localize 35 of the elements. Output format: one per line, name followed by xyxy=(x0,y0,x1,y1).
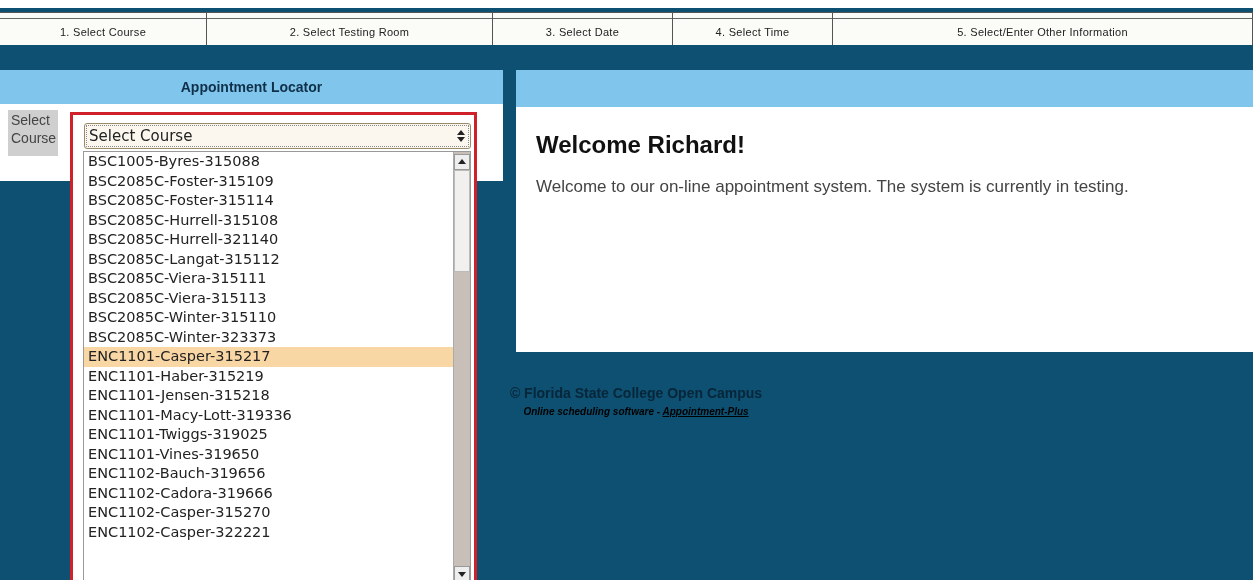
step-tab[interactable]: 1. Select Course xyxy=(0,19,206,45)
step-tab[interactable]: 4. Select Time xyxy=(673,19,832,45)
panel-header: Appointment Locator xyxy=(0,70,503,104)
course-option[interactable]: BSC2085C-Hurrell-315108 xyxy=(84,210,453,230)
step-tab[interactable]: 3. Select Date xyxy=(493,19,672,45)
course-option[interactable]: BSC2085C-Hurrell-321140 xyxy=(84,230,453,250)
course-select[interactable]: Select Course xyxy=(84,123,471,149)
step-tab[interactable]: 2. Select Testing Room xyxy=(207,19,492,45)
course-option[interactable]: ENC1102-Casper-322221 xyxy=(84,522,453,542)
step-tab[interactable]: 5. Select/Enter Other Information xyxy=(833,19,1252,45)
course-option[interactable]: BSC1005-Byres-315088 xyxy=(84,152,453,172)
course-option[interactable]: ENC1102-Casper-315270 xyxy=(84,503,453,523)
course-option[interactable]: BSC2085C-Foster-315109 xyxy=(84,171,453,191)
spinner-icon xyxy=(456,128,466,144)
scroll-down-icon[interactable] xyxy=(454,566,470,580)
field-label: Select Course xyxy=(8,110,58,156)
scroll-up-icon[interactable] xyxy=(454,154,470,170)
course-option[interactable]: BSC2085C-Langat-315112 xyxy=(84,249,453,269)
course-option[interactable]: ENC1101-Casper-315217 xyxy=(84,347,453,367)
welcome-heading: Welcome Richard! xyxy=(536,131,746,159)
course-option[interactable]: ENC1102-Bauch-319656 xyxy=(84,464,453,484)
course-option[interactable]: BSC2085C-Viera-315111 xyxy=(84,269,453,289)
course-option[interactable]: ENC1101-Jensen-315218 xyxy=(84,386,453,406)
course-option[interactable]: ENC1101-Twiggs-319025 xyxy=(84,425,453,445)
course-option[interactable]: BSC2085C-Winter-315110 xyxy=(84,308,453,328)
course-option[interactable]: ENC1102-Cadora-319666 xyxy=(84,483,453,503)
course-option[interactable]: BSC2085C-Winter-323373 xyxy=(84,327,453,347)
course-option[interactable]: ENC1101-Haber-315219 xyxy=(84,366,453,386)
course-option[interactable]: BSC2085C-Foster-315114 xyxy=(84,191,453,211)
course-option[interactable]: ENC1101-Vines-319650 xyxy=(84,444,453,464)
footer-note: Online scheduling software - xyxy=(523,406,662,417)
scrollbar-thumb[interactable] xyxy=(454,170,470,272)
welcome-text: Welcome to our on-line appointment system. The system is currently in testing. xyxy=(536,177,1130,197)
course-option[interactable]: BSC2085C-Viera-315113 xyxy=(84,288,453,308)
course-option[interactable]: ENC1101-Macy-Lott-319336 xyxy=(84,405,453,425)
